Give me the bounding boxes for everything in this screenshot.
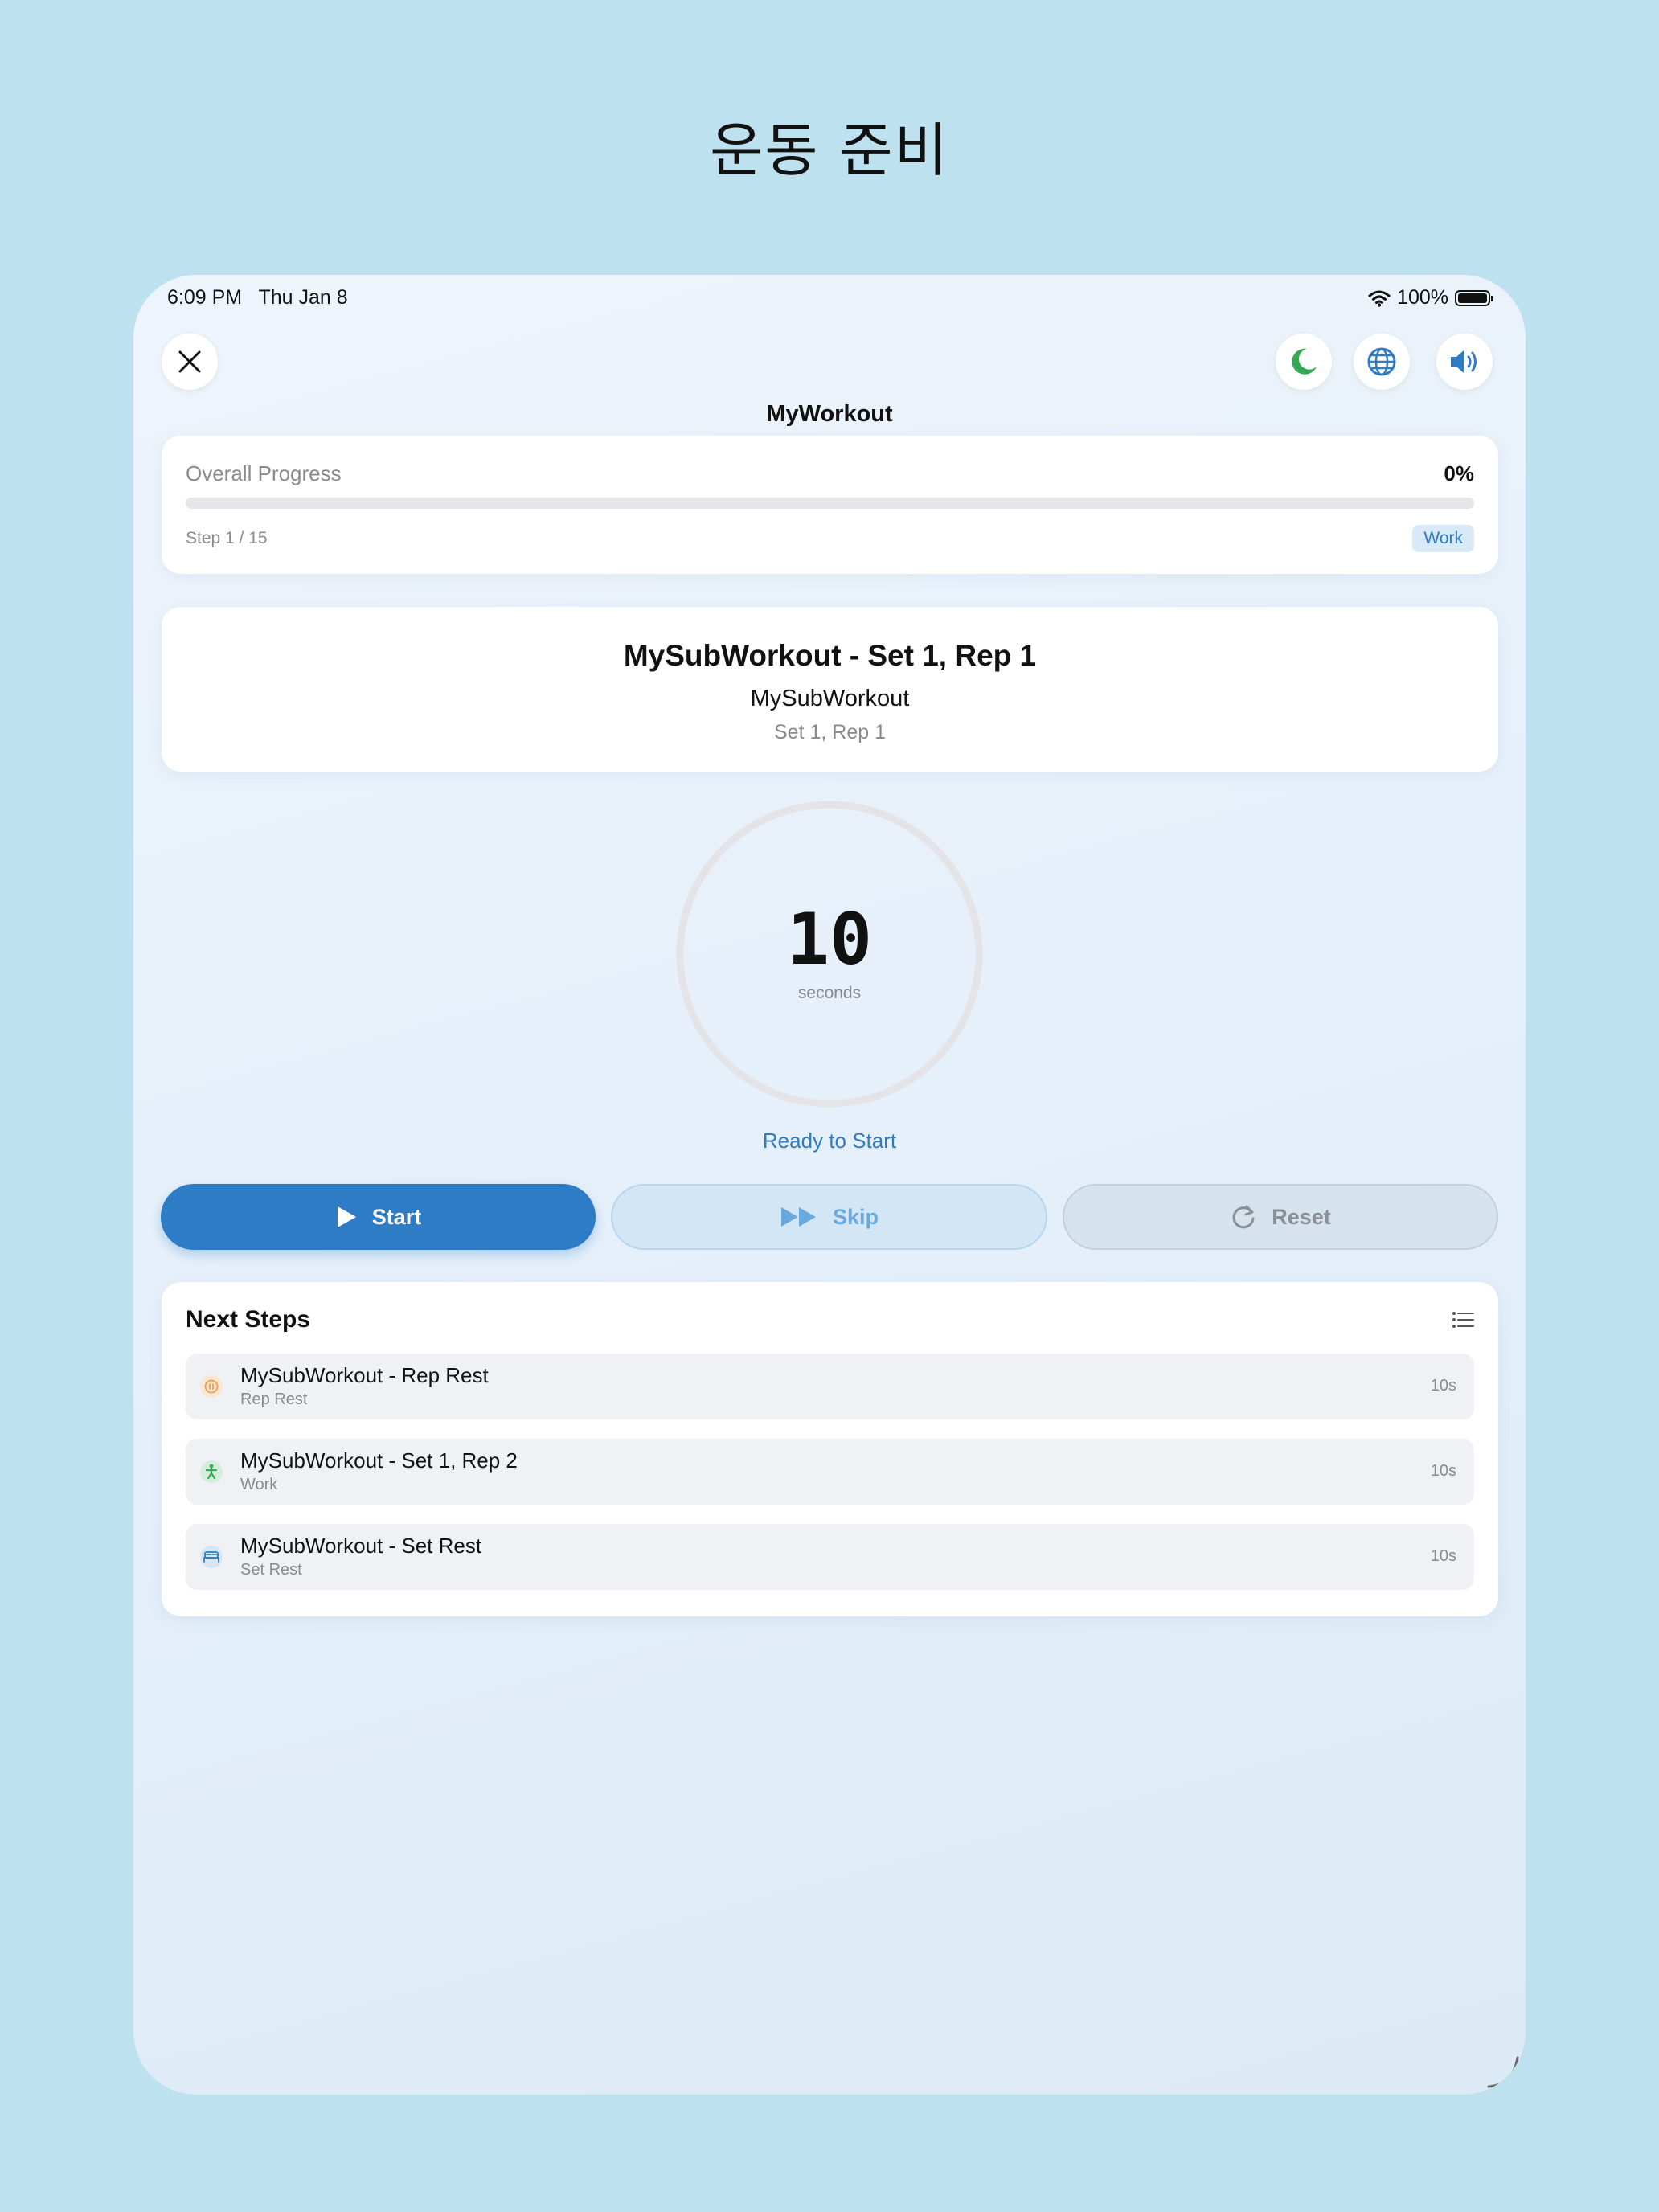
reset-label: Reset xyxy=(1272,1204,1331,1229)
next-step-item[interactable]: MySubWorkout - Set 1, Rep 2 Work 10s xyxy=(186,1439,1474,1505)
current-step-subtitle: MySubWorkout xyxy=(750,686,910,711)
next-steps-title: Next Steps xyxy=(186,1306,311,1333)
wifi-icon xyxy=(1368,290,1391,307)
speaker-icon xyxy=(1451,350,1477,373)
progress-label: Overall Progress xyxy=(186,461,342,485)
progress-value: 0% xyxy=(1444,461,1474,485)
list-icon xyxy=(1452,1312,1474,1328)
globe-icon xyxy=(1367,347,1396,376)
next-step-item[interactable]: MySubWorkout - Set Rest Set Rest 10s xyxy=(186,1524,1474,1590)
next-step-type: Work xyxy=(240,1476,278,1493)
battery-icon xyxy=(1455,289,1493,306)
step-type-badge: Work xyxy=(1412,525,1474,552)
countdown-timer: 10 seconds xyxy=(673,797,986,1111)
next-step-duration: 10s xyxy=(1430,1377,1456,1395)
bed-icon xyxy=(200,1546,223,1568)
overall-progress-card: Overall Progress 0% Step 1 / 15 Work xyxy=(162,436,1498,574)
next-step-type: Rep Rest xyxy=(240,1391,308,1408)
start-label: Start xyxy=(371,1204,422,1229)
timer-unit: seconds xyxy=(797,984,862,1002)
sound-button[interactable] xyxy=(1436,334,1493,390)
skip-label: Skip xyxy=(832,1204,879,1229)
status-date: Thu Jan 8 xyxy=(258,286,348,309)
list-button[interactable] xyxy=(1452,1311,1474,1333)
status-time: 6:09 PM xyxy=(167,286,243,309)
current-step-title: MySubWorkout - Set 1, Rep 1 xyxy=(623,639,1037,672)
start-button[interactable]: Start xyxy=(161,1184,596,1250)
next-step-name: MySubWorkout - Rep Rest xyxy=(240,1363,489,1387)
close-icon xyxy=(178,350,201,373)
close-button[interactable] xyxy=(162,334,218,390)
language-button[interactable] xyxy=(1354,334,1410,390)
play-icon xyxy=(337,1206,356,1227)
next-step-name: MySubWorkout - Set 1, Rep 2 xyxy=(240,1448,518,1473)
status-bar-right: 100% xyxy=(1368,286,1493,309)
next-step-name: MySubWorkout - Set Rest xyxy=(240,1534,482,1558)
skip-button[interactable]: Skip xyxy=(611,1184,1047,1250)
running-figure-icon xyxy=(200,1460,223,1483)
next-step-duration: 10s xyxy=(1430,1547,1456,1565)
next-step-duration: 10s xyxy=(1430,1462,1456,1480)
battery-percent: 100% xyxy=(1397,286,1448,309)
reset-icon xyxy=(1232,1205,1255,1229)
moon-icon xyxy=(1292,348,1317,375)
next-steps-card: Next Steps MySubWorkout - Rep Rest Rep R… xyxy=(162,1282,1498,1616)
dark-mode-button[interactable] xyxy=(1276,334,1332,390)
timer-value: 10 xyxy=(787,898,872,981)
workout-title: MyWorkout xyxy=(766,401,893,427)
pause-icon xyxy=(200,1375,223,1398)
timer-status: Ready to Start xyxy=(762,1129,897,1153)
page-title: 운동 준비 xyxy=(710,117,949,184)
resize-handle-icon[interactable] xyxy=(1485,2054,1521,2090)
progress-bar xyxy=(186,498,1474,509)
step-counter: Step 1 / 15 xyxy=(186,529,268,547)
fast-forward-icon xyxy=(780,1207,816,1227)
next-step-item[interactable]: MySubWorkout - Rep Rest Rep Rest 10s xyxy=(186,1354,1474,1419)
current-step-detail: Set 1, Rep 1 xyxy=(774,721,886,743)
next-step-type: Set Rest xyxy=(240,1561,302,1579)
current-step-card: MySubWorkout - Set 1, Rep 1 MySubWorkout… xyxy=(162,607,1498,772)
reset-button[interactable]: Reset xyxy=(1063,1184,1498,1250)
device-screen: 6:09 PM Thu Jan 8 100% MyWorkout Overall… xyxy=(133,275,1526,2095)
status-bar-time: 6:09 PM Thu Jan 8 xyxy=(167,286,348,309)
